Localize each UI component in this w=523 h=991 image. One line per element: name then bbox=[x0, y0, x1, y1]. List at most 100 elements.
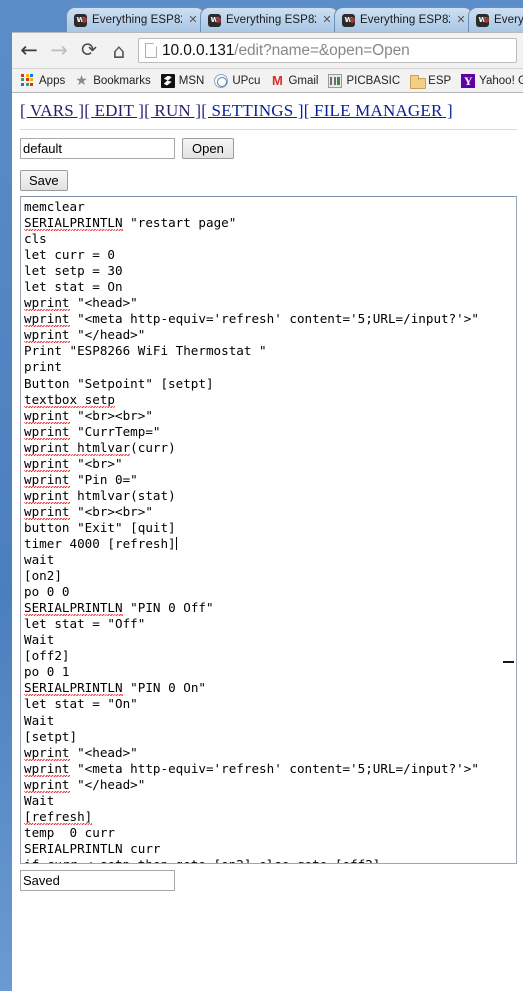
code-line: [on2] bbox=[24, 568, 62, 584]
misspelled-word: wprint bbox=[24, 327, 70, 343]
close-icon[interactable]: ✕ bbox=[455, 14, 467, 26]
forward-button[interactable]: → bbox=[44, 36, 74, 66]
browser-tab[interactable]: Everything ESP8266 - ✕ bbox=[200, 7, 339, 32]
code-line: if curr < setp then goto [on2] else goto… bbox=[24, 857, 516, 863]
misspelled-word: wprint bbox=[24, 760, 70, 776]
browser-tab[interactable]: Everything ESP8266 - ✕ bbox=[66, 7, 205, 32]
yahoo-y-icon bbox=[461, 73, 476, 88]
code-line: memclear bbox=[24, 199, 85, 214]
url-text: 10.0.0.131/edit?name=&open=Open bbox=[162, 42, 410, 60]
code-line: Print "ESP8266 WiFi Thermostat " bbox=[24, 343, 267, 359]
apps-grid-icon bbox=[21, 73, 35, 88]
misspelled-word: wprint bbox=[24, 407, 70, 423]
browser-tab-active[interactable]: Everything ESP8266 - ✕ bbox=[334, 7, 473, 32]
esp8266-favicon-icon bbox=[208, 13, 221, 27]
browser-tab[interactable]: Everything ESP8266 - ✕ bbox=[468, 7, 523, 32]
home-button[interactable]: ⌂ bbox=[104, 36, 134, 66]
misspelled-word: wprint bbox=[24, 423, 70, 439]
bookmark-label: Apps bbox=[39, 74, 66, 87]
bookmark-label: Yahoo! G bbox=[479, 74, 523, 87]
bookmark-label: ESP bbox=[428, 74, 452, 87]
misspelled-word: wprint bbox=[24, 295, 70, 311]
text-caret bbox=[175, 536, 177, 550]
nav-link-vars[interactable]: [ VARS ] bbox=[20, 101, 84, 120]
misspelled-word: SERIALPRINTLN bbox=[24, 600, 123, 616]
code-line: button "Exit" [quit] bbox=[24, 519, 176, 535]
code-line: SERIALPRINTLN "PIN 0 On" bbox=[24, 680, 206, 696]
back-button[interactable]: ← bbox=[14, 36, 44, 66]
esp8266-favicon-icon bbox=[342, 13, 355, 27]
address-bar[interactable]: 10.0.0.131/edit?name=&open=Open bbox=[138, 38, 517, 63]
code-line: cls bbox=[24, 231, 47, 247]
status-field[interactable] bbox=[20, 870, 175, 891]
folder-icon bbox=[410, 74, 427, 89]
code-line: print bbox=[24, 359, 62, 375]
url-path: /edit?name=&open=Open bbox=[234, 41, 410, 59]
code-line: wprint "</head>" bbox=[24, 327, 146, 343]
reload-icon: ⟳ bbox=[81, 39, 97, 61]
code-line: [off2] bbox=[24, 648, 70, 664]
nav-link-settings[interactable]: [ SETTINGS ] bbox=[201, 101, 304, 120]
misspelled-word: wprint bbox=[24, 311, 70, 327]
code-line: let stat = "On" bbox=[24, 696, 138, 712]
code-line: [setpt] bbox=[24, 728, 78, 744]
code-line: Wait bbox=[24, 712, 55, 728]
code-line: wprint "<meta http-equiv='refresh' conte… bbox=[24, 760, 479, 776]
bookmark-bookmarks[interactable]: Bookmarks bbox=[70, 71, 156, 91]
close-icon[interactable]: ✕ bbox=[321, 14, 333, 26]
bookmark-gmail[interactable]: Gmail bbox=[265, 71, 323, 91]
code-line: [refresh] bbox=[24, 809, 516, 825]
bookmark-yahoo[interactable]: Yahoo! G bbox=[456, 71, 523, 91]
horizontal-scrollbar[interactable] bbox=[500, 656, 516, 668]
code-line: timer 4000 [refresh] bbox=[24, 535, 177, 551]
upcu-circle-icon bbox=[214, 73, 229, 88]
bookmark-esp[interactable]: ESP bbox=[405, 71, 456, 91]
tab-strip: Everything ESP8266 - ✕ Everything ESP826… bbox=[0, 0, 523, 32]
bookmark-label: Gmail bbox=[288, 74, 319, 87]
code-line: Button "Setpoint" [setpt] bbox=[24, 375, 214, 391]
code-textarea[interactable]: memclear SERIALPRINTLN "restart page" cls l… bbox=[20, 196, 517, 864]
nav-link-edit[interactable]: [ EDIT ] bbox=[84, 101, 144, 120]
bookmark-msn[interactable]: MSN bbox=[156, 71, 210, 91]
code-line: Wait bbox=[24, 632, 55, 648]
bookmark-apps[interactable]: Apps bbox=[16, 71, 70, 91]
url-host: 10.0.0.131 bbox=[162, 41, 235, 59]
code-line: textbox setp bbox=[24, 392, 516, 408]
code-line: wprint htmlvar(stat) bbox=[24, 487, 176, 503]
nav-link-run[interactable]: [ RUN ] bbox=[144, 101, 201, 120]
nav-link-file-manager[interactable]: [ FILE MANAGER ] bbox=[304, 101, 453, 120]
close-icon[interactable]: ✕ bbox=[187, 14, 199, 26]
code-line: wprint htmlvar(curr) bbox=[24, 439, 176, 455]
tab-title: Everything ESP8266 - bbox=[494, 14, 523, 26]
code-line: po 0 1 bbox=[24, 664, 70, 680]
code-line: wprint "Pin 0=" bbox=[24, 471, 138, 487]
misspelled-word: SERIALPRINTLN bbox=[24, 680, 123, 696]
misspelled-word: textbox setp bbox=[24, 391, 115, 407]
code-line: wprint "<head>" bbox=[24, 295, 138, 311]
reload-button[interactable]: ⟳ bbox=[74, 36, 104, 66]
bookmark-label: UPcu bbox=[232, 74, 261, 87]
misspelled-word: wprint htmlvar bbox=[24, 439, 131, 455]
bookmark-upcu[interactable]: UPcu bbox=[209, 71, 265, 91]
code-line: wprint "<meta http-equiv='refresh' conte… bbox=[24, 311, 479, 327]
browser-window: Everything ESP8266 - ✕ Everything ESP826… bbox=[0, 0, 523, 991]
page-document-icon bbox=[145, 43, 157, 58]
code-editor-wrap: memclear SERIALPRINTLN "restart page" cls l… bbox=[20, 196, 517, 864]
misspelled-word: SERIALPRINTLN bbox=[24, 215, 123, 231]
misspelled-word: [refresh] bbox=[24, 808, 93, 824]
misspelled-word: wprint bbox=[24, 487, 70, 503]
tab-title: Everything ESP8266 - bbox=[226, 14, 316, 26]
filename-input[interactable] bbox=[20, 138, 175, 159]
save-button[interactable]: Save bbox=[20, 170, 68, 191]
horizontal-rule bbox=[20, 129, 517, 130]
back-arrow-icon: ← bbox=[20, 38, 38, 62]
bookmark-picbasic[interactable]: PICBASIC bbox=[323, 71, 405, 91]
misspelled-word: wprint bbox=[24, 471, 70, 487]
code-line: wprint "<br><br>" bbox=[24, 503, 153, 519]
bookmark-label: PICBASIC bbox=[346, 74, 401, 87]
gmail-m-icon bbox=[270, 74, 284, 88]
page-viewport: [ VARS ][ EDIT ][ RUN ][ SETTINGS ][ FIL… bbox=[12, 93, 523, 991]
open-button[interactable]: Open bbox=[182, 138, 234, 159]
code-line: SERIALPRINTLN "restart page" bbox=[24, 215, 237, 231]
code-line: wprint "</head>" bbox=[24, 776, 146, 792]
